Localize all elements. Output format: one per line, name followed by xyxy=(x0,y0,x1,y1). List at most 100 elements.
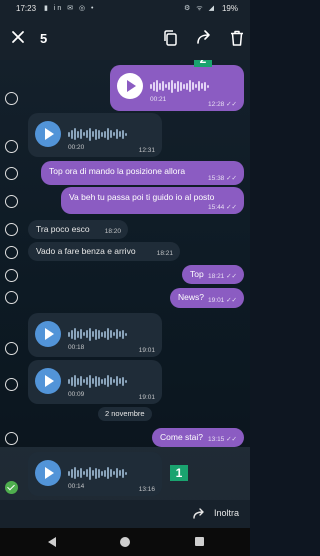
play-button[interactable] xyxy=(35,321,61,347)
waveform-bar xyxy=(104,377,106,385)
close-icon[interactable] xyxy=(10,29,26,45)
waveform-bar xyxy=(207,84,209,88)
play-button[interactable] xyxy=(35,121,61,147)
home-icon[interactable] xyxy=(120,537,130,547)
waveform-bar xyxy=(153,81,155,91)
message-time: 13:15 ✓✓ xyxy=(208,436,237,443)
waveform-bar xyxy=(71,468,73,478)
message-time: 12:28 ✓✓ xyxy=(208,101,237,108)
voice-message[interactable]: 00:21 12:28 ✓✓ xyxy=(110,65,244,111)
select-checkbox[interactable] xyxy=(5,269,18,282)
message-time: 18:20 xyxy=(104,228,121,235)
forward-button[interactable]: Inoltra xyxy=(214,508,239,518)
bottom-action-bar: Inoltra xyxy=(0,500,250,528)
waveform-bar xyxy=(122,376,124,386)
waveform-bar xyxy=(104,469,106,477)
play-icon xyxy=(127,80,136,92)
message-text: Top ora di mando la posizione allora xyxy=(49,166,186,176)
waveform xyxy=(68,374,127,388)
waveform-bar xyxy=(116,329,118,339)
waveform-bar xyxy=(116,376,118,386)
waveform-bar xyxy=(101,131,103,137)
voice-message[interactable]: 00:20 12:31 xyxy=(28,113,162,157)
waveform-bar xyxy=(125,471,127,475)
forward-icon[interactable] xyxy=(195,29,213,47)
message-text: Come stai? xyxy=(160,432,203,442)
waveform-bar xyxy=(186,82,188,90)
waveform-bar xyxy=(113,471,115,475)
play-icon xyxy=(45,467,54,479)
text-message[interactable]: Top 18:21 ✓✓ xyxy=(182,265,244,284)
waveform-bar xyxy=(86,469,88,477)
play-icon xyxy=(45,128,54,140)
text-message[interactable]: Come stai? 13:15 ✓✓ xyxy=(152,428,244,447)
battery-level: 19% xyxy=(221,4,238,13)
delete-icon[interactable] xyxy=(228,29,246,47)
select-checkbox[interactable] xyxy=(5,223,18,236)
waveform-bar xyxy=(83,332,85,336)
waveform-bar xyxy=(68,470,70,476)
waveform-bar xyxy=(107,467,109,479)
text-message[interactable]: Va beh tu passa poi ti guido io al posto… xyxy=(61,187,244,214)
voice-duration: 00:14 xyxy=(68,483,85,490)
waveform-bar xyxy=(89,327,91,341)
navigation-bar xyxy=(0,528,250,556)
waveform-bar xyxy=(113,332,115,336)
select-checkbox[interactable] xyxy=(5,140,18,153)
select-checkbox[interactable] xyxy=(5,291,18,304)
waveform-bar xyxy=(95,467,97,479)
select-checkbox[interactable] xyxy=(5,342,18,355)
waveform-bar xyxy=(95,375,97,387)
select-checkbox-checked[interactable] xyxy=(5,481,18,494)
waveform-bar xyxy=(110,469,112,477)
text-message[interactable]: News? 19:01 ✓✓ xyxy=(170,288,244,308)
play-button[interactable] xyxy=(35,460,61,486)
select-checkbox[interactable] xyxy=(5,246,18,259)
message-text: Vado a fare benza e arrivo xyxy=(36,246,136,256)
waveform-bar xyxy=(101,331,103,337)
waveform-bar xyxy=(171,79,173,93)
waveform-bar xyxy=(195,84,197,88)
waveform-bar xyxy=(89,466,91,480)
forward-icon[interactable] xyxy=(192,507,206,521)
voice-message[interactable]: 00:18 19:01 xyxy=(28,313,162,357)
message-text: Va beh tu passa poi ti guido io al posto xyxy=(69,192,215,202)
chat-area[interactable]: 00:21 12:28 ✓✓ 00:20 12:31 Top ora di ma… xyxy=(0,60,250,515)
waveform-bar xyxy=(71,129,73,139)
back-icon[interactable] xyxy=(47,536,57,548)
play-button[interactable] xyxy=(117,73,143,99)
voice-duration: 00:09 xyxy=(68,391,85,398)
recents-icon[interactable] xyxy=(195,537,204,546)
waveform-bar xyxy=(71,329,73,339)
message-time: 18:21 xyxy=(156,250,173,257)
copy-icon[interactable] xyxy=(162,29,180,47)
waveform-bar xyxy=(77,469,79,477)
text-message[interactable]: Vado a fare benza e arrivo 18:21 xyxy=(28,242,180,261)
waveform-bar xyxy=(92,131,94,137)
waveform-bar xyxy=(110,330,112,338)
waveform-bar xyxy=(74,128,76,140)
select-checkbox[interactable] xyxy=(5,195,18,208)
waveform-bar xyxy=(165,84,167,88)
waveform-bar xyxy=(110,377,112,385)
select-checkbox[interactable] xyxy=(5,167,18,180)
status-bar: 17:23 ▮ in ✉ ◎ • ⚙ ᯤ ◢ 19% xyxy=(0,0,250,18)
message-time: 12:31 xyxy=(138,147,155,154)
select-checkbox[interactable] xyxy=(5,92,18,105)
notification-icons: ▮ in ✉ ◎ • xyxy=(44,5,96,12)
waveform-bar xyxy=(125,332,127,336)
voice-message[interactable]: 00:09 19:01 xyxy=(28,360,162,404)
waveform-bar xyxy=(183,83,185,89)
select-checkbox[interactable] xyxy=(5,432,18,445)
select-checkbox[interactable] xyxy=(5,378,18,391)
waveform-bar xyxy=(98,468,100,478)
waveform-bar xyxy=(83,132,85,136)
play-button[interactable] xyxy=(35,368,61,394)
text-message[interactable]: Top ora di mando la posizione allora 15:… xyxy=(41,161,244,185)
waveform-bar xyxy=(119,378,121,384)
waveform-bar xyxy=(180,81,182,91)
text-message[interactable]: Tra poco esco 18:20 xyxy=(28,220,128,239)
waveform-bar xyxy=(77,130,79,138)
voice-message[interactable]: 00:14 13:16 xyxy=(28,452,162,496)
selection-toolbar: 5 xyxy=(0,18,250,60)
